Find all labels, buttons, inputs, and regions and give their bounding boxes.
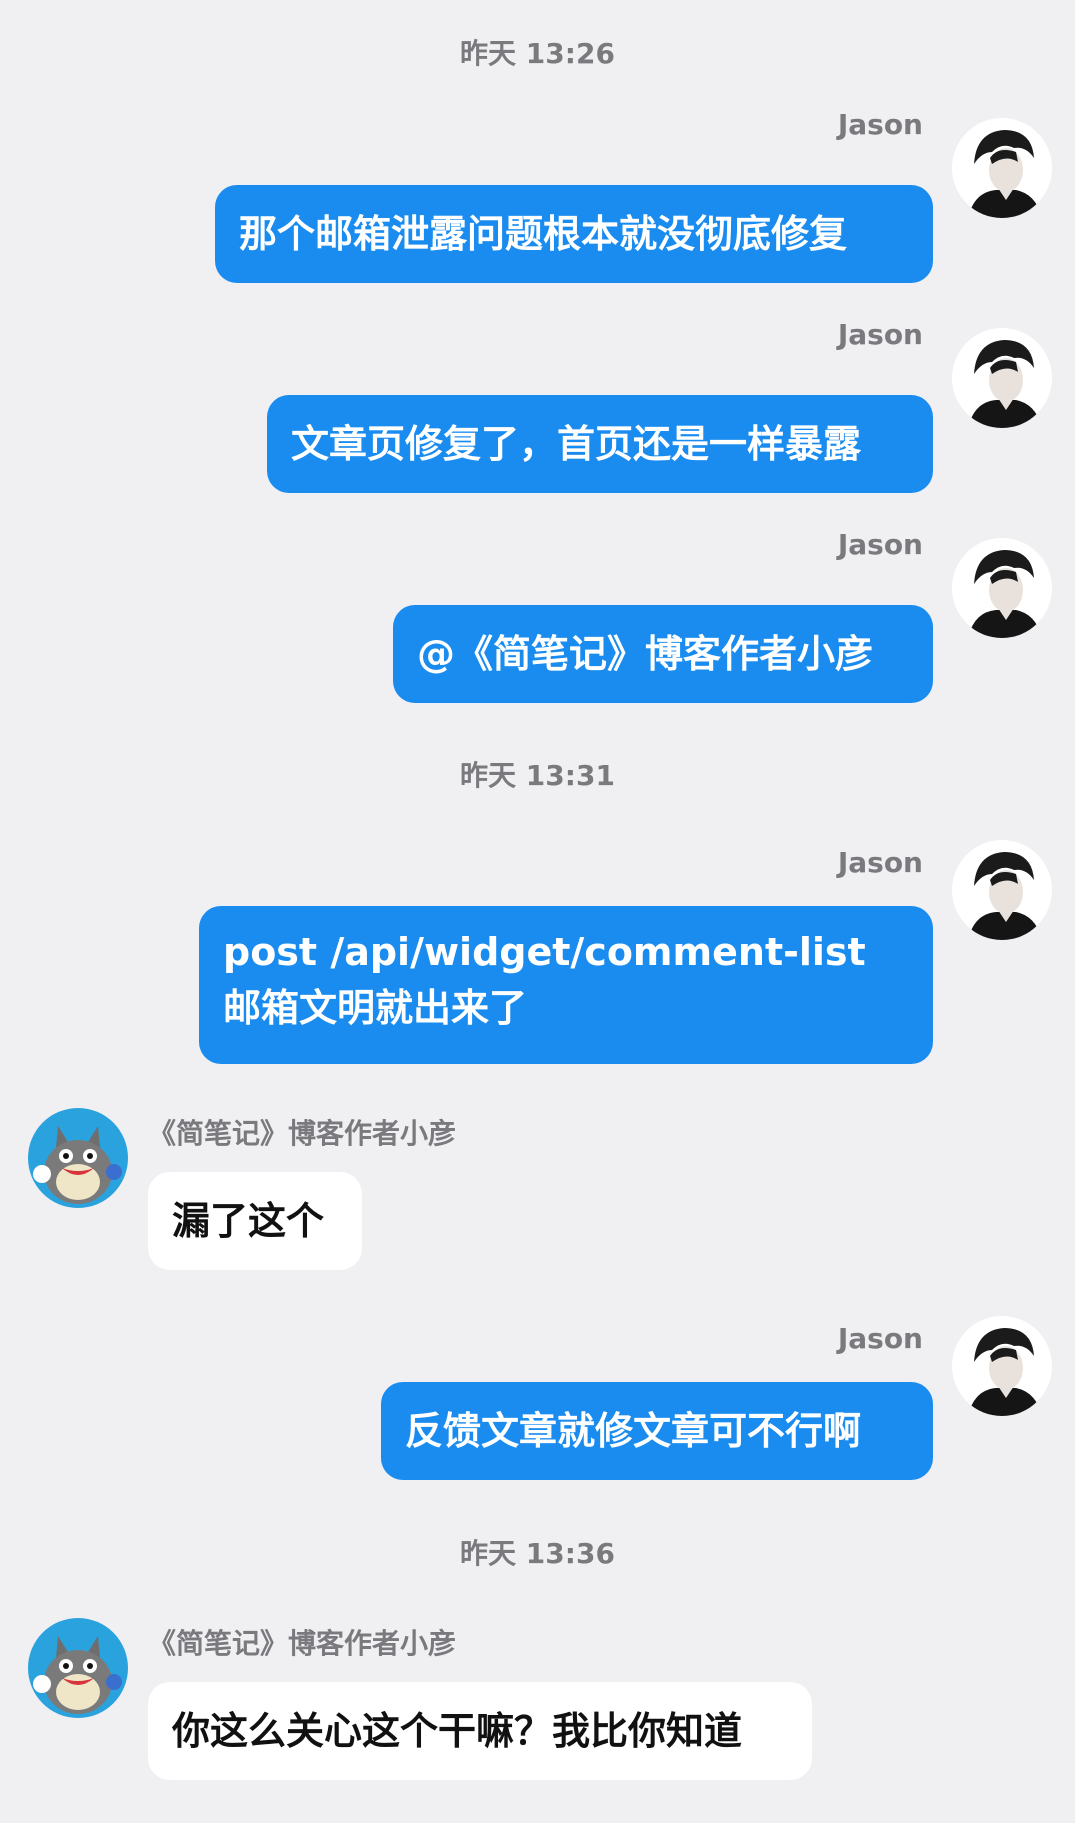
jason-avatar-icon[interactable]: [952, 1316, 1052, 1416]
message-bubble[interactable]: 你这么关心这个干嘛？我比你知道: [148, 1682, 812, 1780]
sender-name: 《简笔记》博客作者小彦: [148, 1117, 457, 1150]
message-bubble[interactable]: @《简笔记》博客作者小彦: [393, 605, 933, 703]
message-bubble[interactable]: 漏了这个: [148, 1172, 362, 1270]
sender-name: 《简笔记》博客作者小彦: [148, 1627, 457, 1660]
jason-avatar-icon[interactable]: [952, 538, 1052, 638]
sender-name: Jason: [837, 1322, 923, 1355]
totoro-avatar-icon[interactable]: [28, 1108, 128, 1208]
message-bubble[interactable]: post /api/widget/comment-list 邮箱文明就出来了: [199, 906, 933, 1064]
jason-avatar-icon[interactable]: [952, 840, 1052, 940]
message-bubble[interactable]: 反馈文章就修文章可不行啊: [381, 1382, 933, 1480]
totoro-avatar-icon[interactable]: [28, 1618, 128, 1718]
timestamp: 昨天 13:36: [460, 1537, 615, 1570]
sender-name: Jason: [837, 846, 923, 879]
jason-avatar-icon[interactable]: [952, 118, 1052, 218]
timestamp: 昨天 13:31: [460, 759, 615, 792]
message-bubble[interactable]: 文章页修复了，首页还是一样暴露: [267, 395, 933, 493]
timestamp: 昨天 13:26: [460, 37, 615, 70]
sender-name: Jason: [837, 528, 923, 561]
message-bubble[interactable]: 那个邮箱泄露问题根本就没彻底修复: [215, 185, 933, 283]
sender-name: Jason: [837, 108, 923, 141]
jason-avatar-icon[interactable]: [952, 328, 1052, 428]
sender-name: Jason: [837, 318, 923, 351]
